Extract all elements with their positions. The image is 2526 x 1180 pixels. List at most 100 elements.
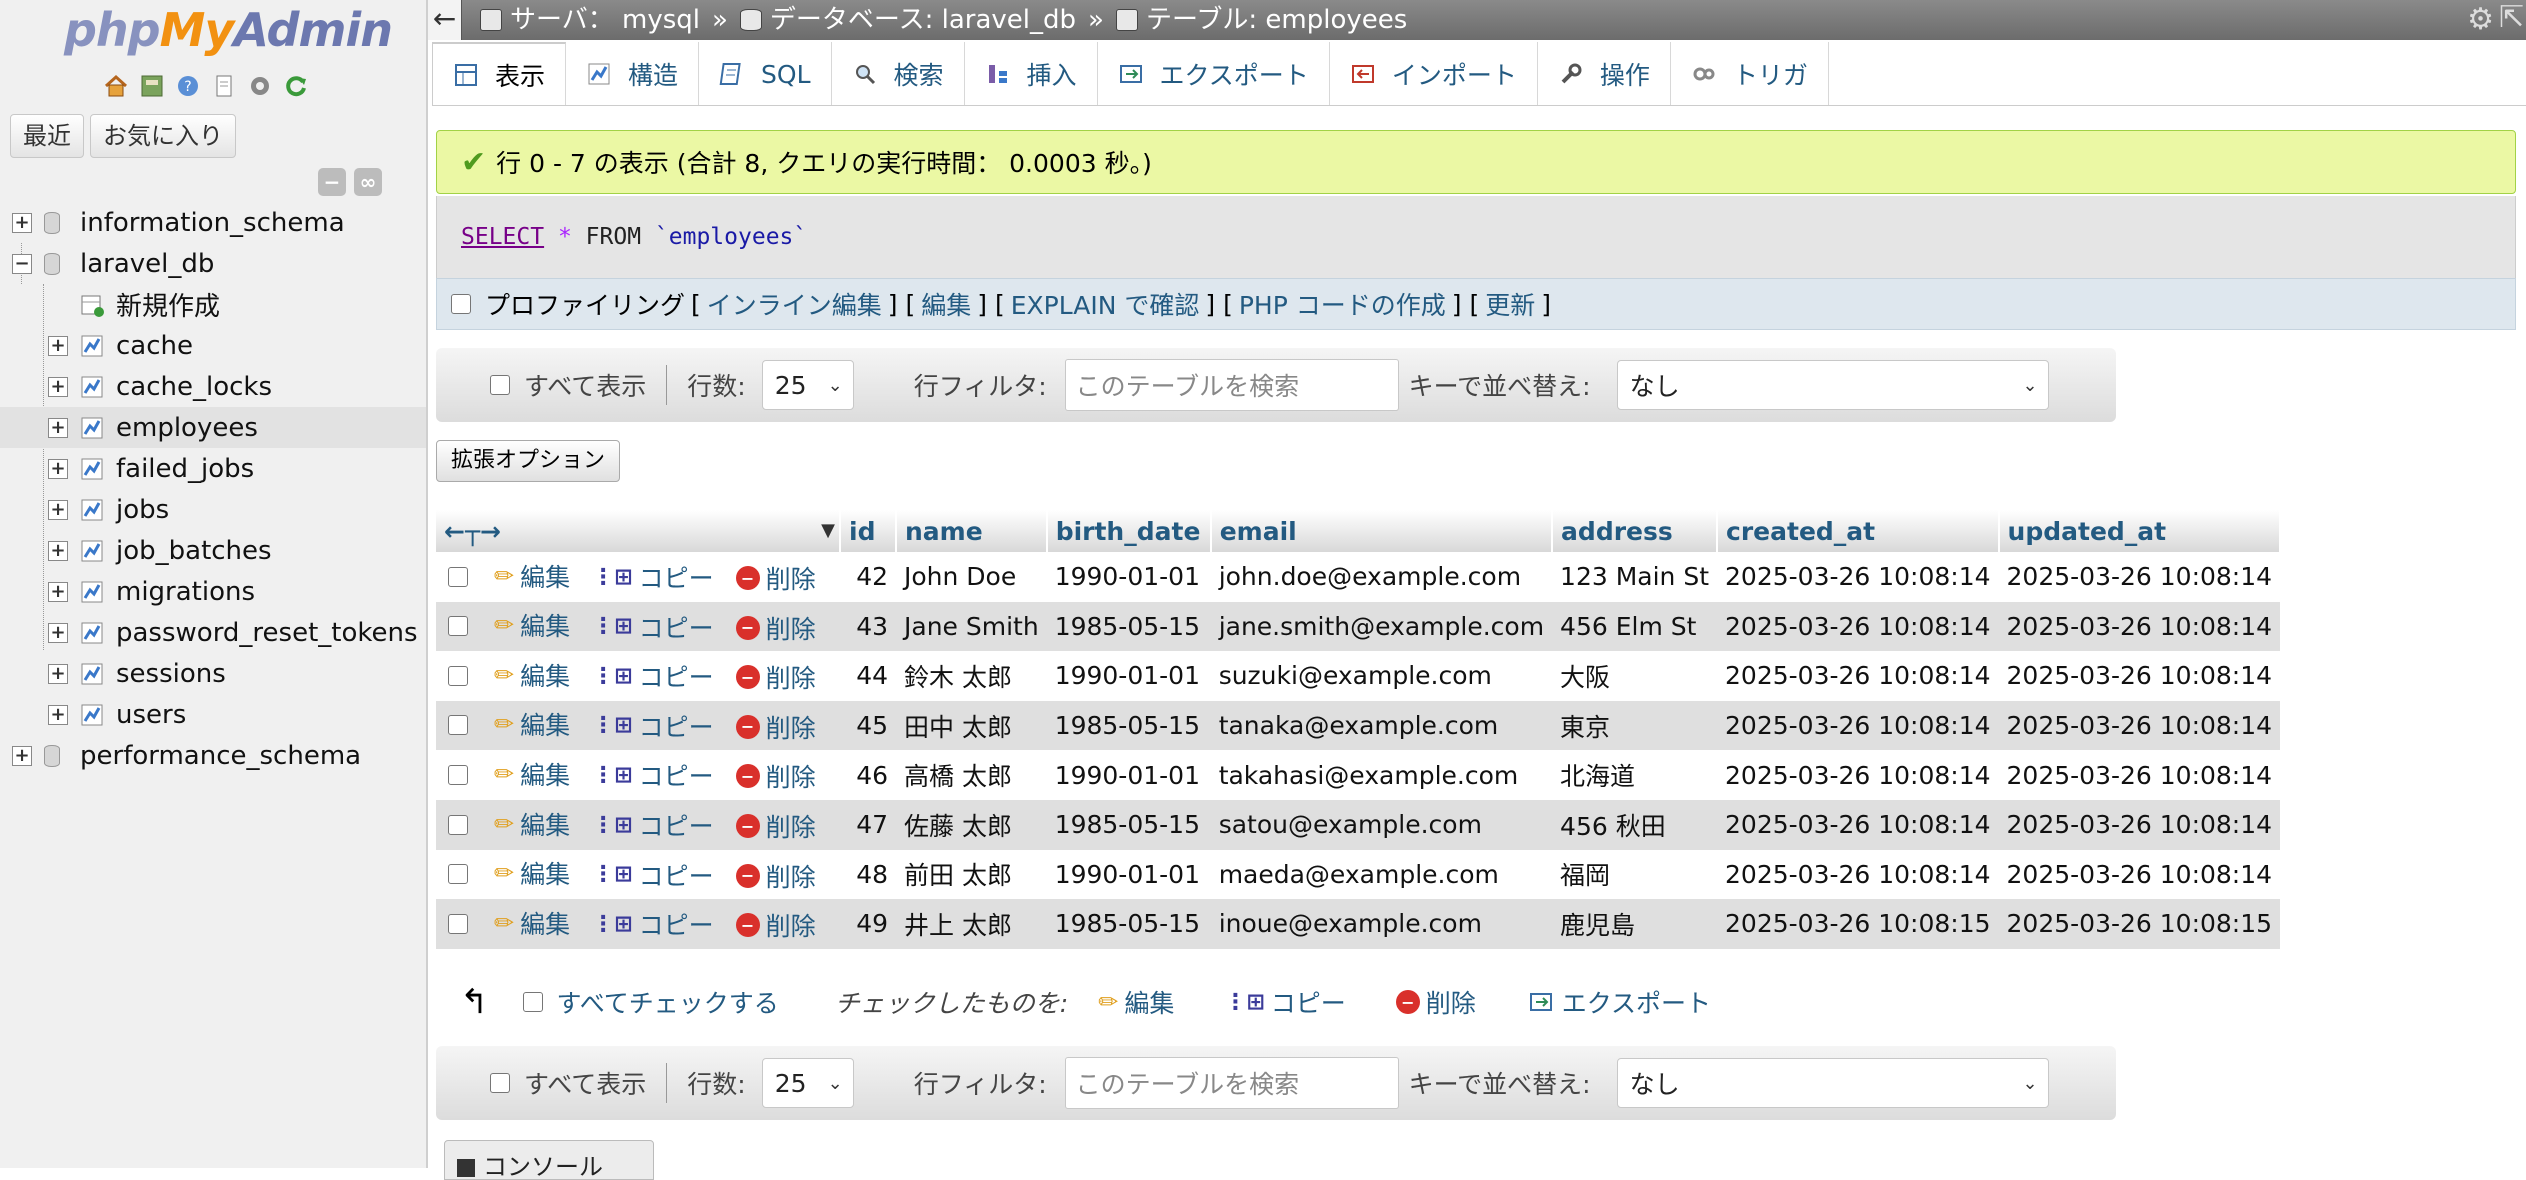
- cell-created-at[interactable]: 2025-03-26 10:08:14: [1717, 601, 1999, 652]
- row-checkbox[interactable]: [448, 913, 468, 934]
- back-arrow-icon[interactable]: ←: [428, 0, 462, 40]
- collapse-all-icon[interactable]: −: [318, 168, 346, 196]
- cell-name[interactable]: 鈴木 太郎: [896, 651, 1047, 701]
- tree-item-label[interactable]: employees: [116, 413, 258, 443]
- cell-created-at[interactable]: 2025-03-26 10:08:14: [1717, 750, 1999, 800]
- inline-edit-link[interactable]: インライン編集: [707, 286, 882, 322]
- favorites-tab[interactable]: お気に入り: [90, 114, 236, 158]
- column-header-email[interactable]: email: [1210, 510, 1554, 552]
- sort-dropdown-icon[interactable]: ▼: [821, 520, 835, 541]
- cell-id[interactable]: 49: [840, 899, 896, 949]
- cell-updated-at[interactable]: 2025-03-26 10:08:15: [1998, 899, 2281, 949]
- cell-birth-date[interactable]: 1985-05-15: [1046, 700, 1211, 751]
- show-all-label[interactable]: すべて表示: [524, 1065, 646, 1101]
- bulk-edit-button[interactable]: ✏ 編集: [1098, 984, 1174, 1020]
- expand-icon[interactable]: +: [48, 581, 68, 602]
- breadcrumb-server-label[interactable]: サーバ： mysql: [510, 0, 700, 40]
- breadcrumb-table-label[interactable]: テーブル: employees: [1146, 0, 1407, 40]
- expand-icon[interactable]: +: [48, 458, 68, 479]
- column-header-address[interactable]: address: [1552, 510, 1719, 552]
- column-header-birth-date[interactable]: birth_date: [1046, 510, 1212, 552]
- tab-insert[interactable]: 挿入: [964, 42, 1098, 106]
- column-header-name[interactable]: name: [896, 510, 1048, 552]
- row-copy-button[interactable]: ⋮⊞ コピー: [592, 857, 713, 893]
- filter-input[interactable]: このテーブルを検索: [1064, 1057, 1399, 1109]
- cell-id[interactable]: 43: [840, 601, 896, 652]
- breadcrumb-database[interactable]: データベース: laravel_db: [739, 0, 1076, 40]
- gear-icon[interactable]: ⚙: [2467, 4, 2494, 36]
- cell-address[interactable]: 福岡: [1552, 849, 1718, 900]
- recent-tab[interactable]: 最近: [10, 114, 84, 158]
- bulk-export-button[interactable]: エクスポート: [1526, 984, 1711, 1020]
- sql-query-box[interactable]: SELECT * FROM `employees`: [436, 196, 2516, 278]
- row-copy-button[interactable]: ⋮⊞ コピー: [592, 807, 713, 843]
- rows-select[interactable]: 25 ⌄: [761, 1058, 854, 1108]
- tree-item-label[interactable]: password_reset_tokens: [116, 618, 418, 648]
- phpmyadmin-logo[interactable]: phpMyAdmin: [64, 2, 393, 58]
- cell-email[interactable]: jane.smith@example.com: [1210, 601, 1553, 652]
- link-icon[interactable]: ∞: [354, 168, 382, 196]
- cell-birth-date[interactable]: 1990-01-01: [1046, 552, 1211, 602]
- tree-item-label[interactable]: laravel_db: [80, 249, 214, 279]
- tab-search[interactable]: 検索: [831, 42, 965, 106]
- bulk-delete-button[interactable]: − 削除: [1395, 984, 1476, 1020]
- row-checkbox[interactable]: [448, 814, 468, 835]
- cell-address[interactable]: 東京: [1552, 700, 1718, 751]
- cell-birth-date[interactable]: 1990-01-01: [1046, 651, 1211, 701]
- expand-icon[interactable]: +: [48, 499, 68, 520]
- cell-name[interactable]: John Doe: [896, 552, 1047, 602]
- row-copy-button[interactable]: ⋮⊞ コピー: [592, 906, 713, 942]
- rows-select[interactable]: 25 ⌄: [761, 360, 854, 410]
- tree-item-employees[interactable]: + employees: [0, 407, 426, 448]
- row-edit-button[interactable]: ✏ 編集: [494, 558, 570, 594]
- row-checkbox[interactable]: [448, 764, 468, 785]
- tab-triggers[interactable]: トリガ: [1670, 42, 1829, 106]
- cell-updated-at[interactable]: 2025-03-26 10:08:14: [1998, 849, 2281, 900]
- cell-created-at[interactable]: 2025-03-26 10:08:14: [1717, 700, 1999, 751]
- column-header-id[interactable]: id: [840, 510, 897, 552]
- cell-updated-at[interactable]: 2025-03-26 10:08:14: [1998, 700, 2281, 751]
- cell-address[interactable]: 456 秋田: [1552, 799, 1718, 850]
- sort-select[interactable]: なし ⌄: [1616, 360, 2049, 410]
- tree-item-cache[interactable]: + cache: [0, 325, 426, 366]
- tree-item-performance-schema[interactable]: + performance_schema: [0, 735, 426, 776]
- cell-updated-at[interactable]: 2025-03-26 10:08:14: [1998, 651, 2281, 701]
- cell-name[interactable]: 田中 太郎: [896, 700, 1047, 751]
- refresh-link[interactable]: 更新: [1485, 286, 1535, 322]
- bulk-copy-button[interactable]: ⋮⊞ コピー: [1224, 984, 1345, 1020]
- cell-address[interactable]: 123 Main St: [1552, 552, 1718, 602]
- row-delete-button[interactable]: − 削除: [735, 907, 816, 943]
- profiling-checkbox[interactable]: [451, 294, 471, 314]
- cell-address[interactable]: 北海道: [1552, 750, 1718, 800]
- tree-item-laravel-db[interactable]: − laravel_db: [0, 243, 426, 284]
- row-delete-button[interactable]: − 削除: [735, 709, 816, 745]
- row-delete-button[interactable]: − 削除: [735, 659, 816, 695]
- collapse-icon[interactable]: ⇱: [2499, 2, 2524, 34]
- row-edit-button[interactable]: ✏ 編集: [494, 706, 570, 742]
- console-tab[interactable]: コンソール: [444, 1140, 654, 1180]
- check-all-checkbox[interactable]: [522, 992, 543, 1012]
- row-copy-button[interactable]: ⋮⊞ コピー: [592, 708, 713, 744]
- extended-options-button[interactable]: 拡張オプション: [436, 440, 621, 482]
- expand-icon[interactable]: +: [48, 376, 68, 397]
- cell-updated-at[interactable]: 2025-03-26 10:08:14: [1998, 601, 2281, 652]
- cell-id[interactable]: 48: [840, 849, 896, 900]
- tree-item-label[interactable]: migrations: [116, 577, 255, 607]
- cell-created-at[interactable]: 2025-03-26 10:08:14: [1717, 651, 1999, 701]
- row-edit-button[interactable]: ✏ 編集: [494, 855, 570, 891]
- row-edit-button[interactable]: ✏ 編集: [494, 806, 570, 842]
- row-delete-button[interactable]: − 削除: [735, 758, 816, 794]
- filter-input[interactable]: このテーブルを検索: [1064, 359, 1399, 411]
- show-all-label[interactable]: すべて表示: [524, 367, 646, 403]
- tree-item-label[interactable]: sessions: [116, 659, 226, 689]
- cell-name[interactable]: 佐藤 太郎: [896, 799, 1047, 850]
- expand-icon[interactable]: +: [48, 335, 68, 356]
- tree-item-label[interactable]: 新規作成: [116, 286, 220, 323]
- reload-icon[interactable]: [282, 72, 310, 100]
- tree-item-label[interactable]: jobs: [116, 495, 169, 525]
- row-delete-button[interactable]: − 削除: [735, 808, 816, 844]
- row-checkbox[interactable]: [448, 715, 468, 736]
- expand-icon[interactable]: +: [48, 622, 68, 643]
- cell-id[interactable]: 46: [840, 750, 896, 800]
- cell-birth-date[interactable]: 1985-05-15: [1046, 799, 1211, 850]
